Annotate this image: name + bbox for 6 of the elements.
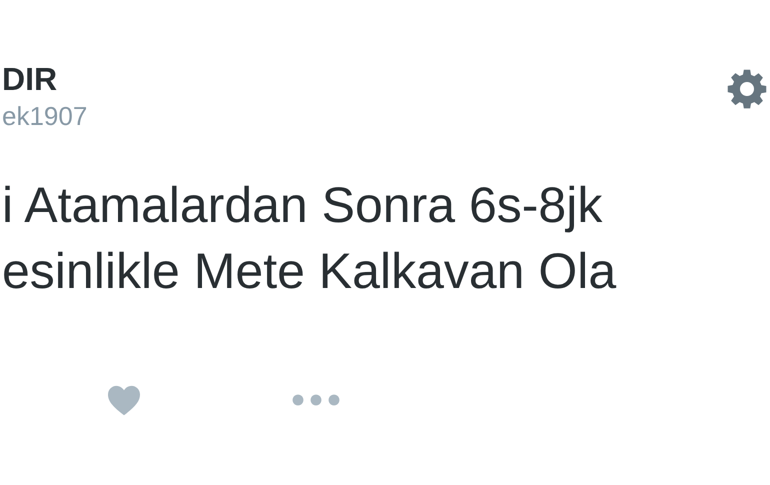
author-name: DIR — [2, 62, 58, 98]
heart-icon[interactable] — [106, 384, 142, 416]
more-icon[interactable] — [292, 394, 340, 406]
author-handle: ek1907 — [2, 101, 88, 132]
settings-icon[interactable] — [726, 68, 768, 110]
tweet-text: i Atamalardan Sonra 6s-8jk esinlikle Mete Kalkavan Ola — [2, 176, 618, 302]
